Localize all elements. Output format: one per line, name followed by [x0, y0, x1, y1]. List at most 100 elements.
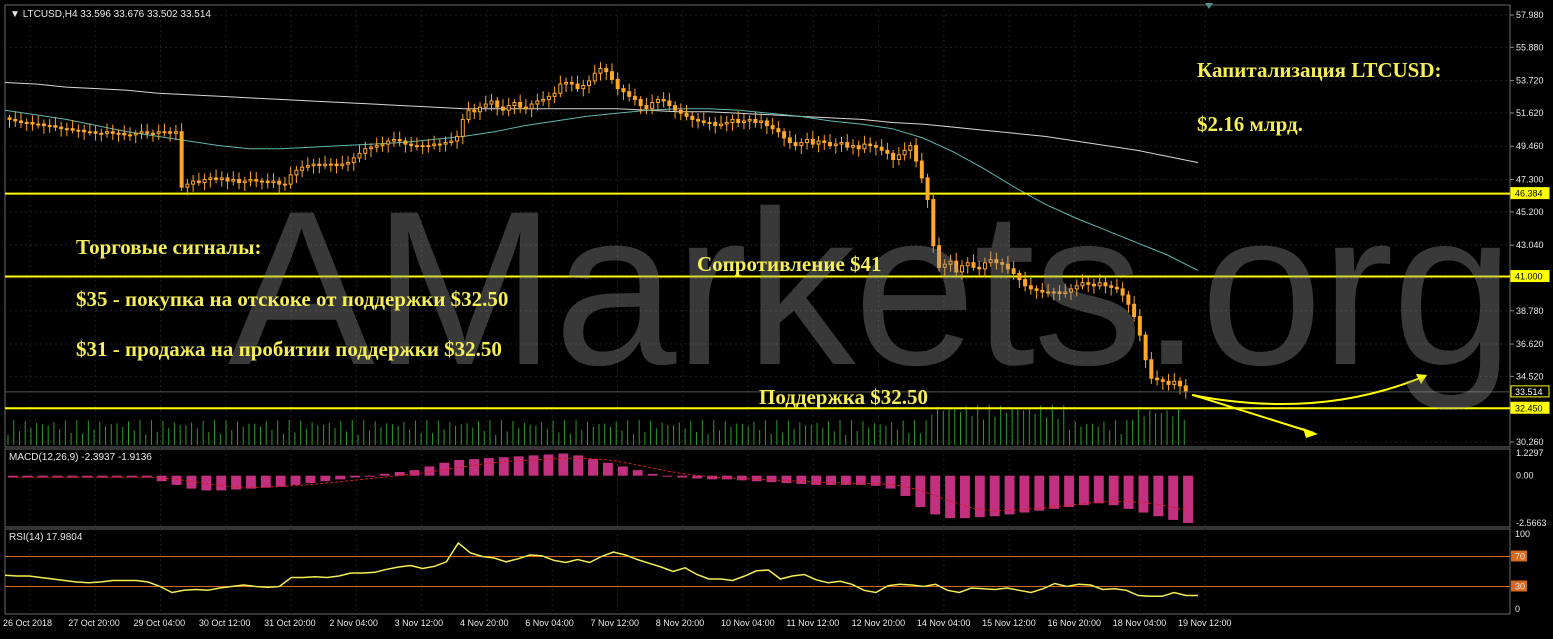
candle-body: [879, 146, 884, 151]
candle-body: [483, 103, 488, 108]
rsi-axis-label: 100: [1515, 529, 1530, 539]
macd-histogram-bar: [439, 462, 450, 476]
candle-body: [862, 143, 867, 150]
candle-body: [696, 118, 701, 122]
price-tag-label: 46.384: [1515, 189, 1543, 199]
candle-body: [667, 100, 672, 107]
candle-body: [426, 145, 431, 148]
time-axis-label: 7 Nov 12:00: [591, 618, 640, 628]
candle-body: [615, 78, 620, 90]
capitalization-title: Капитализация LTCUSD:: [1197, 58, 1442, 82]
candle-body: [730, 118, 735, 124]
macd-histogram-bar: [588, 459, 598, 476]
candle-body: [116, 132, 121, 135]
candle-body: [638, 98, 643, 107]
candle-body: [845, 142, 850, 148]
candle-body: [856, 145, 861, 150]
candle-body: [816, 140, 821, 145]
price-axis-label: 55.880: [1516, 42, 1544, 52]
candle-body: [902, 149, 907, 156]
rsi-header: RSI(14) 17.9804: [9, 532, 83, 543]
candle-body: [495, 100, 500, 108]
macd-histogram-bar: [974, 475, 985, 518]
dropdown-triangle-icon[interactable]: ▼: [10, 9, 20, 20]
macd-histogram-bar: [513, 456, 524, 476]
candle-body: [122, 132, 127, 136]
macd-histogram-bar: [751, 475, 762, 482]
time-axis-label: 27 Oct 20:00: [68, 618, 120, 628]
candle-body: [839, 142, 844, 145]
macd-histogram-bar: [543, 454, 554, 476]
candle-body: [535, 100, 540, 105]
macd-histogram-bar: [424, 466, 435, 476]
candle-body: [110, 131, 115, 134]
price-axis-label: 30.260: [1516, 437, 1544, 447]
time-axis-label: 4 Nov 20:00: [460, 618, 509, 628]
candle-body: [363, 148, 368, 154]
candle-body: [598, 68, 603, 74]
macd-pane-frame: [4, 448, 1511, 528]
macd-histogram-bar: [796, 475, 807, 484]
time-axis-label: 30 Oct 12:00: [199, 618, 251, 628]
macd-histogram-bar: [558, 453, 569, 476]
time-axis-label: 12 Nov 20:00: [852, 618, 906, 628]
macd-histogram-bar: [1108, 475, 1119, 506]
candle-body: [93, 131, 98, 134]
macd-histogram-bar: [260, 475, 271, 488]
candle-body: [99, 132, 104, 135]
macd-histogram-bar: [662, 475, 673, 477]
candle-body: [690, 115, 695, 120]
candle-body: [500, 106, 505, 111]
price-tag-label: 32.450: [1515, 403, 1543, 413]
candle-body: [644, 105, 649, 110]
ma-slow-line: [4, 82, 1199, 164]
time-axis-label: 8 Nov 20:00: [656, 618, 705, 628]
macd-histogram-bar: [171, 475, 182, 485]
candle-body: [432, 143, 437, 147]
candle-body: [529, 103, 534, 110]
candle-body: [466, 109, 471, 120]
rsi-axis-label: 0: [1515, 604, 1520, 614]
rsi-line: [4, 541, 1198, 598]
candle-body: [833, 143, 838, 147]
macd-histogram-bar: [186, 475, 197, 489]
macd-histogram-bar: [379, 473, 390, 476]
candle-body: [747, 118, 752, 122]
time-axis-label: 19 Nov 12:00: [1178, 618, 1232, 628]
candle-body: [64, 128, 69, 131]
macd-histogram-bar: [1138, 475, 1149, 513]
time-axis-label: 6 Nov 04:00: [525, 618, 574, 628]
macd-histogram-bar: [1093, 475, 1104, 504]
macd-histogram-bar: [930, 475, 941, 515]
candle-body: [437, 143, 442, 146]
candle-body: [850, 145, 855, 148]
macd-histogram-bar: [677, 475, 688, 478]
candle-body: [87, 131, 92, 134]
candle-body: [741, 120, 746, 124]
candle-body: [724, 122, 729, 125]
macd-histogram-bar: [647, 473, 658, 476]
time-axis-label: 10 Nov 04:00: [721, 618, 775, 628]
time-axis-label: 18 Nov 04:00: [1113, 618, 1167, 628]
macd-histogram-bar: [603, 462, 613, 476]
macd-histogram-bar: [1049, 475, 1060, 509]
candle-body: [518, 101, 523, 108]
candle-body: [374, 145, 379, 148]
macd-histogram-bar: [1153, 475, 1164, 517]
candle-body: [684, 112, 689, 117]
macd-histogram-bar: [1168, 475, 1179, 520]
candle-body: [208, 177, 213, 181]
candle-body: [472, 109, 477, 113]
candle-body: [150, 132, 155, 135]
candle-body: [581, 85, 586, 90]
candle-body: [196, 180, 201, 184]
candle-body: [489, 100, 494, 105]
buy-signal-text: $35 - покупка на отскоке от поддержки $3…: [76, 287, 509, 311]
candle-body: [219, 177, 224, 181]
macd-histogram-bar: [1019, 475, 1030, 513]
candle-body: [908, 145, 913, 151]
time-axis-label: 11 Nov 12:00: [786, 618, 839, 628]
candle-body: [76, 129, 81, 132]
candle-body: [627, 91, 632, 97]
time-axis-label: 26 Oct 2018: [3, 618, 52, 628]
